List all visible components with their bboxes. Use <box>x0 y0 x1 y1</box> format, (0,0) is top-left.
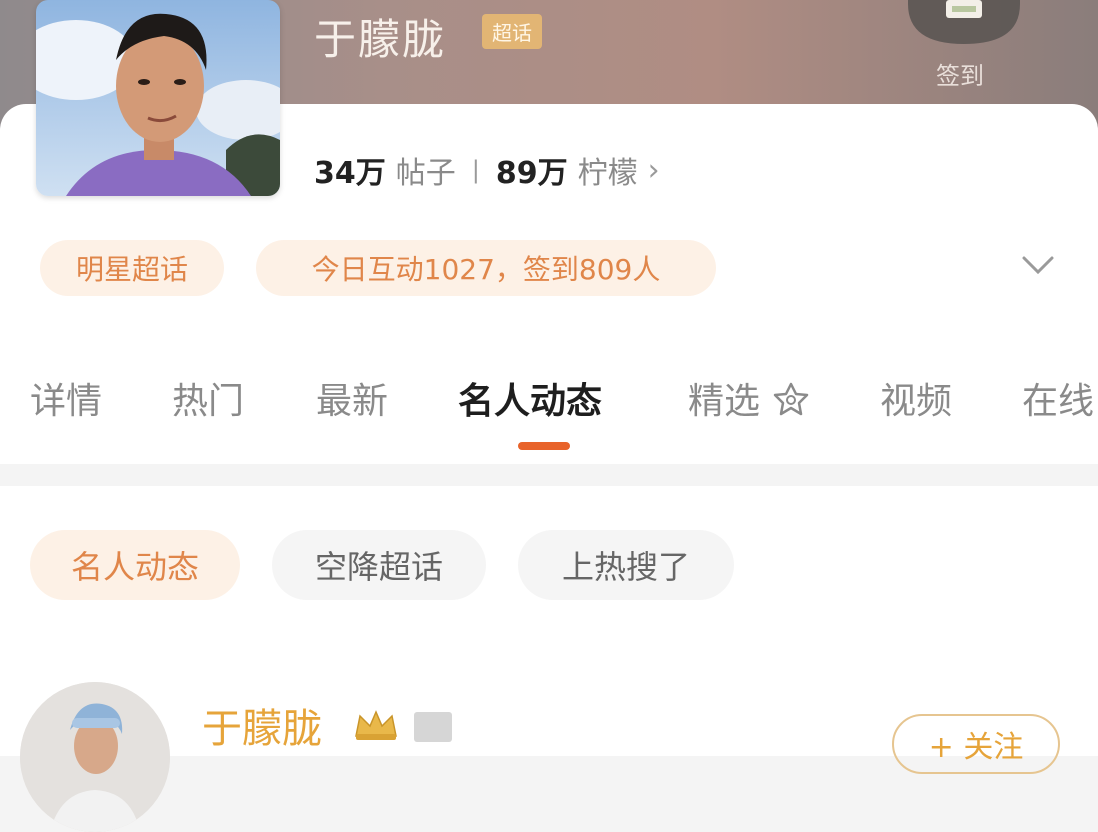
tab-latest[interactable]: 最新 <box>316 372 388 424</box>
checkin-button[interactable] <box>908 0 1020 44</box>
tab-featured-label: 精选 <box>688 381 761 422</box>
topic-title: 于朦胧 <box>314 15 447 64</box>
fans-label: 柠檬 <box>577 156 638 191</box>
activity-tag[interactable]: 今日互动1027，签到809人 <box>256 240 716 296</box>
fans-count: 89万 <box>495 156 568 191</box>
topic-stats[interactable]: 34万 帖子 | 89万 柠檬 › <box>314 148 660 192</box>
level-badge-icon <box>414 712 452 742</box>
tab-celebrity-updates[interactable]: 名人动态 <box>458 372 602 424</box>
filter-celebrity-updates[interactable]: 名人动态 <box>30 530 240 600</box>
category-tag[interactable]: 明星超话 <box>40 240 224 296</box>
posts-label: 帖子 <box>395 156 456 191</box>
super-topic-badge: 超话 <box>482 14 542 49</box>
chevron-right-icon: › <box>647 152 660 188</box>
feed-area: 名人动态 空降超话 上热搜了 于朦胧 + 关注 <box>0 486 1098 832</box>
tab-online[interactable]: 在线 <box>1022 372 1094 424</box>
filter-airdrop[interactable]: 空降超话 <box>272 530 486 600</box>
post-author-name[interactable]: 于朦胧 <box>202 696 322 754</box>
tab-details[interactable]: 详情 <box>30 372 102 424</box>
follow-button[interactable]: + 关注 <box>892 714 1060 774</box>
tab-featured[interactable]: 精选 <box>688 372 811 424</box>
topic-cover-avatar[interactable] <box>36 0 280 196</box>
post-author-avatar[interactable] <box>20 682 170 832</box>
crown-badge-icon <box>352 708 400 742</box>
stats-divider: | <box>471 156 480 184</box>
chevron-down-icon[interactable] <box>1018 250 1058 280</box>
posts-count: 34万 <box>314 156 386 191</box>
checkin-label[interactable]: 签到 <box>936 56 984 91</box>
topic-tabs: 详情 热门 最新 名人动态 精选 视频 在线 <box>0 372 1098 432</box>
filter-trending[interactable]: 上热搜了 <box>518 530 734 600</box>
star-badge-icon <box>774 382 809 416</box>
active-tab-indicator <box>518 442 570 450</box>
tab-video[interactable]: 视频 <box>880 372 952 424</box>
tab-hot[interactable]: 热门 <box>172 372 244 424</box>
